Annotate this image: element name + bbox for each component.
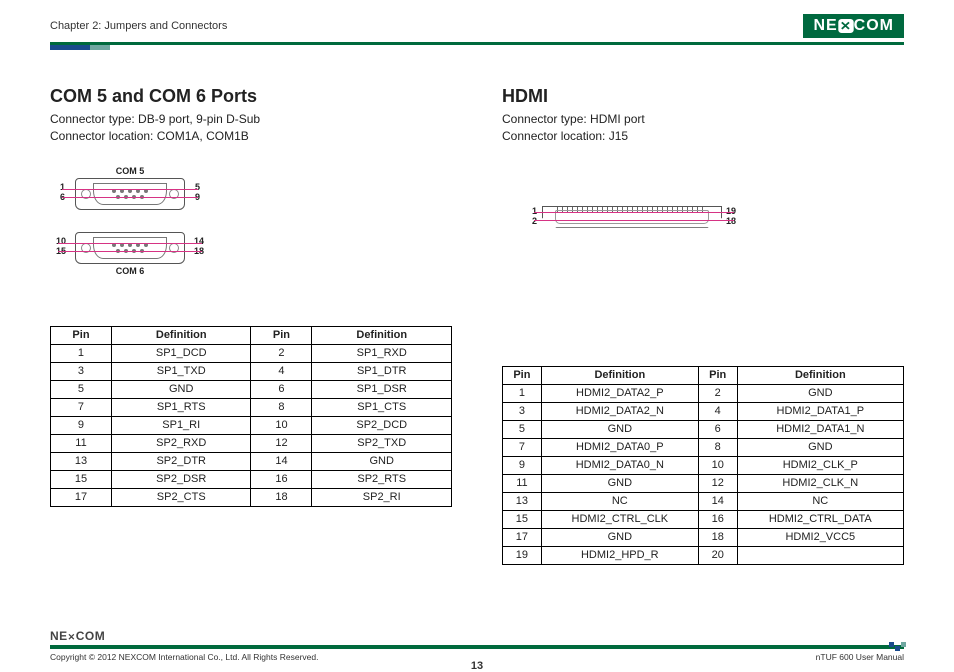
com-ports-section: COM 5 and COM 6 Ports Connector type: DB… <box>50 86 452 565</box>
th-def: Definition <box>737 366 903 384</box>
hdmi-section: HDMI Connector type: HDMI port Connector… <box>502 86 904 565</box>
section-title: HDMI <box>502 86 904 107</box>
table-row: 15SP2_DSR16SP2_RTS <box>51 470 452 488</box>
table-row: 3HDMI2_DATA2_N4HDMI2_DATA1_P <box>503 402 904 420</box>
table-row: 11GND12HDMI2_CLK_N <box>503 474 904 492</box>
db9-diagram: COM 5 1 6 5 9 <box>50 166 452 326</box>
chapter-label: Chapter 2: Jumpers and Connectors <box>50 20 227 32</box>
th-def: Definition <box>541 366 698 384</box>
page-number: 13 <box>50 660 904 672</box>
table-row: 13SP2_DTR14GND <box>51 452 452 470</box>
th-def: Definition <box>312 326 452 344</box>
connector-type: Connector type: DB-9 port, 9-pin D-Sub <box>50 111 452 128</box>
table-row: 1HDMI2_DATA2_P2GND <box>503 384 904 402</box>
com6-label: COM 6 <box>70 266 190 276</box>
th-pin: Pin <box>698 366 737 384</box>
table-row: 7HDMI2_DATA0_P8GND <box>503 438 904 456</box>
connector-location: Connector location: COM1A, COM1B <box>50 128 452 145</box>
com-pin-table: Pin Definition Pin Definition 1SP1_DCD2S… <box>50 326 452 507</box>
hdmi-pin-table: Pin Definition Pin Definition 1HDMI2_DAT… <box>502 366 904 565</box>
th-def: Definition <box>111 326 251 344</box>
hdmi-diagram: 1 2 19 18 <box>502 206 904 366</box>
table-row: 5GND6SP1_DSR <box>51 380 452 398</box>
table-row: 11SP2_RXD12SP2_TXD <box>51 434 452 452</box>
table-row: 17SP2_CTS18SP2_RI <box>51 488 452 506</box>
header-divider <box>50 42 904 50</box>
connector-location: Connector location: J15 <box>502 128 904 145</box>
table-row: 17GND18HDMI2_VCC5 <box>503 528 904 546</box>
table-row: 9SP1_RI10SP2_DCD <box>51 416 452 434</box>
page-footer: NE✕COM Copyright © 2012 NEXCOM Internati… <box>50 629 904 662</box>
table-row: 13NC14NC <box>503 492 904 510</box>
th-pin: Pin <box>503 366 542 384</box>
th-pin: Pin <box>251 326 312 344</box>
connector-type: Connector type: HDMI port <box>502 111 904 128</box>
table-row: 1SP1_DCD2SP1_RXD <box>51 344 452 362</box>
table-row: 7SP1_RTS8SP1_CTS <box>51 398 452 416</box>
table-row: 19HDMI2_HPD_R20 <box>503 546 904 564</box>
com5-label: COM 5 <box>70 166 190 176</box>
footer-logo: NE✕COM <box>50 629 904 643</box>
table-row: 3SP1_TXD4SP1_DTR <box>51 362 452 380</box>
table-row: 9HDMI2_DATA0_N10HDMI2_CLK_P <box>503 456 904 474</box>
table-row: 15HDMI2_CTRL_CLK16HDMI2_CTRL_DATA <box>503 510 904 528</box>
table-row: 5GND6HDMI2_DATA1_N <box>503 420 904 438</box>
section-title: COM 5 and COM 6 Ports <box>50 86 452 107</box>
brand-logo: NE✕COM <box>803 14 904 38</box>
th-pin: Pin <box>51 326 112 344</box>
